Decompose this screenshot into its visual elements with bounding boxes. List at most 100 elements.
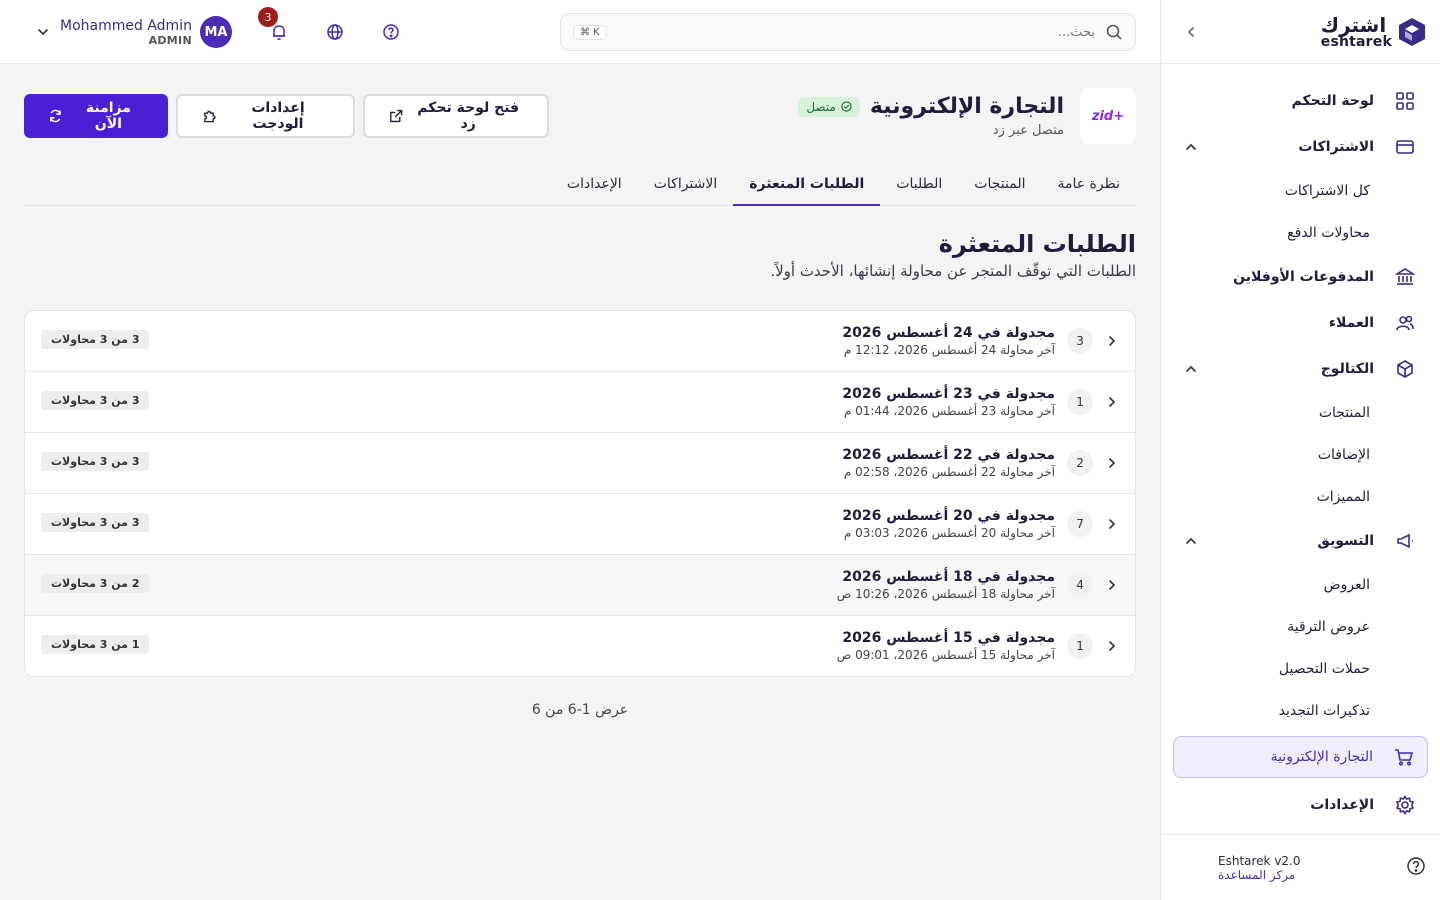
order-count: 7 bbox=[1067, 511, 1093, 537]
stuck-orders-list: 3 مجدولة في 24 أغسطس 2026 آخر محاولة 24 … bbox=[24, 310, 1136, 677]
tab-overview[interactable]: نظرة عامة bbox=[1041, 168, 1136, 206]
row-title: مجدولة في 24 أغسطس 2026 bbox=[842, 325, 1055, 341]
sidebar-item-marketing[interactable]: التسويق bbox=[1161, 518, 1440, 564]
sidebar-subitem-products[interactable]: المنتجات bbox=[1161, 392, 1440, 434]
row-title: مجدولة في 18 أغسطس 2026 bbox=[842, 569, 1055, 585]
sidebar-subitem-all-subscriptions[interactable]: كل الاشتراكات bbox=[1161, 170, 1440, 212]
sidebar-nav: لوحة التحكم الاشتراكات كل الاشتراكات محا… bbox=[1161, 64, 1440, 828]
avatar[interactable]: MA bbox=[199, 16, 232, 48]
sidebar-item-label: الاشتراكات bbox=[1298, 139, 1374, 155]
language-button[interactable] bbox=[324, 21, 346, 43]
sidebar-item-label: لوحة التحكم bbox=[1291, 93, 1374, 109]
search-shortcut-hint: ⌘ K bbox=[573, 24, 607, 40]
sidebar-subitem-features[interactable]: المميزات bbox=[1161, 476, 1440, 518]
sidebar: اشترك eshtarek لوحة التحكم الاشتراكات كل… bbox=[1160, 0, 1440, 900]
tab-stuck-orders[interactable]: الطلبات المتعثرة bbox=[733, 168, 881, 206]
box-icon bbox=[1394, 358, 1416, 380]
help-circle-icon[interactable] bbox=[1406, 856, 1426, 880]
chevron-up-icon[interactable] bbox=[1183, 139, 1199, 155]
search-bar[interactable]: ⌘ K bbox=[560, 13, 1136, 51]
widget-settings-button[interactable]: إعدادات الودجت bbox=[176, 94, 355, 138]
logo-arabic: اشترك bbox=[1320, 12, 1387, 37]
tab-orders[interactable]: الطلبات bbox=[880, 168, 958, 206]
header-actions: مزامنة الآن إعدادات الودجت فتح لوحة تحكم… bbox=[24, 94, 549, 138]
sidebar-item-label: المدفوعات الأوفلاين bbox=[1233, 269, 1374, 285]
list-item[interactable]: 1 مجدولة في 23 أغسطس 2026 آخر محاولة 23 … bbox=[25, 372, 1135, 433]
megaphone-icon bbox=[1394, 530, 1416, 552]
puzzle-icon bbox=[204, 110, 216, 123]
search-input[interactable] bbox=[616, 24, 1095, 40]
tab-products[interactable]: المنتجات bbox=[958, 168, 1041, 206]
order-count: 1 bbox=[1067, 633, 1093, 659]
brand-logo[interactable]: اشترك eshtarek bbox=[1321, 15, 1426, 49]
order-count: 1 bbox=[1067, 389, 1093, 415]
tab-settings[interactable]: الإعدادات bbox=[551, 168, 638, 206]
chevron-down-icon[interactable] bbox=[36, 25, 50, 39]
sidebar-item-catalog[interactable]: الكتالوج bbox=[1161, 346, 1440, 392]
chevron-right-icon[interactable] bbox=[1105, 334, 1119, 348]
help-center-link[interactable]: مركز المساعدة bbox=[1218, 868, 1295, 882]
grid-icon bbox=[1394, 90, 1416, 112]
sidebar-subitem-upgrade-offers[interactable]: عروض الترقية bbox=[1161, 606, 1440, 648]
row-subtitle: آخر محاولة 23 أغسطس 2026، 01:44 م bbox=[843, 404, 1055, 418]
sidebar-item-ecommerce[interactable]: التجارة الإلكترونية bbox=[1173, 736, 1428, 778]
chevron-right-icon[interactable] bbox=[1105, 456, 1119, 470]
sidebar-item-label: العملاء bbox=[1328, 315, 1374, 331]
row-title: مجدولة في 15 أغسطس 2026 bbox=[842, 630, 1055, 646]
chevron-right-icon[interactable] bbox=[1105, 395, 1119, 409]
attempts-badge: 2 من 3 محاولات bbox=[41, 574, 150, 593]
order-count: 4 bbox=[1067, 572, 1093, 598]
sidebar-item-settings[interactable]: الإعدادات bbox=[1161, 782, 1440, 828]
chevron-up-icon[interactable] bbox=[1183, 533, 1199, 549]
attempts-badge: 1 من 3 محاولات bbox=[41, 635, 150, 654]
notifications-button[interactable]: 3 bbox=[257, 7, 290, 43]
help-circle-icon bbox=[383, 24, 399, 40]
status-badge: متصل bbox=[798, 96, 860, 117]
list-item[interactable]: 3 مجدولة في 24 أغسطس 2026 آخر محاولة 24 … bbox=[25, 311, 1135, 372]
status-text: متصل bbox=[806, 99, 836, 114]
sidebar-item-offline-payments[interactable]: المدفوعات الأوفلاين bbox=[1161, 254, 1440, 300]
sync-now-label: مزامنة الآن bbox=[85, 100, 131, 132]
row-subtitle: آخر محاولة 22 أغسطس 2026، 02:58 م bbox=[843, 465, 1055, 479]
sidebar-subitem-renewal-reminders[interactable]: تذكيرات التجديد bbox=[1161, 690, 1440, 732]
sync-now-button[interactable]: مزامنة الآن bbox=[24, 94, 168, 138]
sidebar-subitem-offers[interactable]: العروض bbox=[1161, 564, 1440, 606]
bank-icon bbox=[1394, 266, 1416, 288]
order-count: 3 bbox=[1067, 328, 1093, 354]
chevron-right-icon[interactable] bbox=[1105, 639, 1119, 653]
external-link-icon bbox=[390, 109, 403, 123]
pagination-info: عرض 1-6 من 6 bbox=[531, 702, 629, 718]
row-title: مجدولة في 23 أغسطس 2026 bbox=[842, 386, 1055, 402]
chevron-right-icon[interactable] bbox=[1105, 578, 1119, 592]
store-subtitle: متصل عبر زد bbox=[992, 123, 1064, 138]
help-button[interactable] bbox=[380, 21, 402, 43]
zid-logo-text: zid bbox=[1091, 108, 1114, 124]
tab-bar: نظرة عامة المنتجات الطلبات الطلبات المتع… bbox=[24, 168, 1136, 206]
sidebar-subitem-payment-attempts[interactable]: محاولات الدفع bbox=[1161, 212, 1440, 254]
collapse-sidebar-button[interactable] bbox=[1179, 20, 1203, 44]
row-subtitle: آخر محاولة 20 أغسطس 2026، 03:03 م bbox=[843, 526, 1055, 540]
sidebar-item-subscriptions[interactable]: الاشتراكات bbox=[1161, 124, 1440, 170]
sidebar-item-customers[interactable]: العملاء bbox=[1161, 300, 1440, 346]
sidebar-item-dashboard[interactable]: لوحة التحكم bbox=[1161, 78, 1440, 124]
tab-subscriptions[interactable]: الاشتراكات bbox=[638, 168, 734, 206]
store-header: + zid التجارة الإلكترونية متصل متصل عبر ز… bbox=[798, 88, 1136, 144]
card-icon bbox=[1394, 136, 1416, 158]
attempts-badge: 3 من 3 محاولات bbox=[41, 330, 150, 349]
open-zid-dashboard-label: فتح لوحة تحكم زد bbox=[417, 100, 520, 132]
user-menu[interactable]: Mohammed Admin ADMIN MA bbox=[60, 16, 232, 48]
open-zid-dashboard-button[interactable]: فتح لوحة تحكم زد bbox=[363, 94, 549, 138]
logo-english: eshtarek bbox=[1320, 33, 1392, 50]
widget-settings-label: إعدادات الودجت bbox=[251, 100, 305, 132]
sidebar-subitem-addons[interactable]: الإضافات bbox=[1161, 434, 1440, 476]
logo-mark-icon bbox=[1399, 17, 1425, 46]
list-item[interactable]: 4 مجدولة في 18 أغسطس 2026 آخر محاولة 18 … bbox=[25, 555, 1135, 616]
list-item[interactable]: 2 مجدولة في 22 أغسطس 2026 آخر محاولة 22 … bbox=[25, 433, 1135, 494]
list-item[interactable]: 1 مجدولة في 15 أغسطس 2026 آخر محاولة 15 … bbox=[25, 616, 1135, 676]
chevron-right-icon[interactable] bbox=[1105, 517, 1119, 531]
sidebar-item-label: الإعدادات bbox=[1310, 797, 1374, 813]
sidebar-subitem-collection-campaigns[interactable]: حملات التحصيل bbox=[1161, 648, 1440, 690]
chevron-up-icon[interactable] bbox=[1183, 361, 1199, 377]
list-item[interactable]: 7 مجدولة في 20 أغسطس 2026 آخر محاولة 20 … bbox=[25, 494, 1135, 555]
row-subtitle: آخر محاولة 18 أغسطس 2026، 10:26 ص bbox=[836, 587, 1055, 601]
